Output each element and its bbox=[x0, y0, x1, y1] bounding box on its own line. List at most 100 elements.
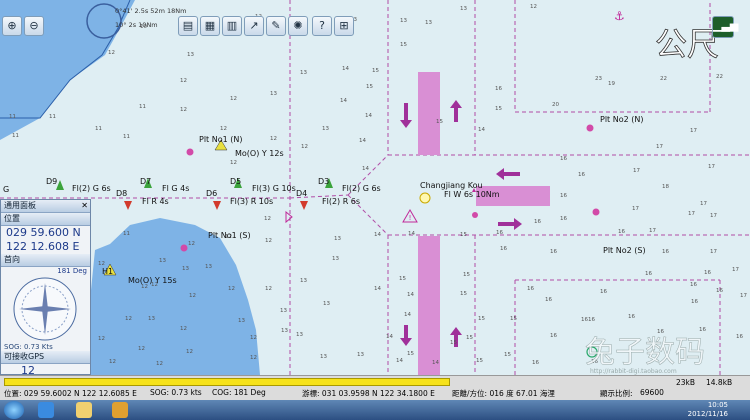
ie-icon[interactable] bbox=[38, 402, 54, 418]
depth-sounding: 14 bbox=[359, 138, 366, 144]
depth-sounding: 12 bbox=[230, 96, 237, 102]
zoom-in-icon: ⊕ bbox=[7, 19, 17, 32]
general-panel[interactable]: 通用面板 位置 029 59.600 N 122 12.608 E 首向 181… bbox=[0, 199, 91, 377]
depth-sounding: 12 bbox=[264, 216, 271, 222]
layer-button-1[interactable]: ▤ bbox=[178, 16, 198, 36]
depth-sounding: 13 bbox=[159, 258, 166, 264]
label-fl2g6-left: Fl(2) G 6s bbox=[72, 184, 111, 193]
taskbar: 10:05 2012/11/16 bbox=[0, 400, 750, 420]
depth-sounding: 15 bbox=[366, 84, 373, 90]
label-plt-no1-n: Plt No1 (N) bbox=[199, 135, 242, 144]
depth-sounding: 12 bbox=[180, 78, 187, 84]
depth-sounding: 16 bbox=[736, 334, 743, 340]
close-icon[interactable]: ✕ bbox=[81, 201, 88, 210]
depth-sounding: 22 bbox=[660, 76, 667, 82]
zoom-in-button[interactable]: ⊕ bbox=[2, 16, 22, 36]
depth-sounding: 15 bbox=[400, 42, 407, 48]
depth-sounding: 17 bbox=[690, 128, 697, 134]
depth-sounding: 13 bbox=[357, 352, 364, 358]
app-icon-2[interactable] bbox=[112, 402, 128, 418]
status-cursor: 游標: 031 03.9598 N 122 34.1800 E bbox=[302, 389, 435, 398]
heading-header: 首向 bbox=[1, 254, 90, 267]
pilot-marker-plt1-icon[interactable] bbox=[186, 148, 194, 156]
depth-sounding: 13 bbox=[320, 354, 327, 360]
depth-sounding: 13 bbox=[300, 70, 307, 76]
status-bar: 位置: 029 59.6002 N 122 12.6085 E SOG: 0.7… bbox=[0, 375, 750, 400]
depth-sounding: 16 bbox=[534, 219, 541, 225]
depth-sounding: 13 bbox=[460, 6, 467, 12]
depth-sounding: 12 bbox=[270, 136, 277, 142]
label-plt-no2-s: Plt No2 (S) bbox=[603, 246, 646, 255]
depth-sounding: 17 bbox=[710, 213, 717, 219]
depth-sounding: 15 bbox=[460, 291, 467, 297]
zoom-out-icon: ⊖ bbox=[29, 19, 39, 32]
nautical-chart[interactable]: ! ⚓ 101111121113131313122322222019151514… bbox=[0, 0, 750, 375]
depth-sounding: 12 bbox=[188, 241, 195, 247]
settings-button[interactable]: ✺ bbox=[288, 16, 308, 36]
app-icon-1[interactable] bbox=[76, 402, 92, 418]
route-button[interactable]: ↗ bbox=[244, 16, 264, 36]
label-d3: D3 bbox=[318, 177, 329, 186]
depth-sounding: 16 bbox=[550, 333, 557, 339]
layer-button-2[interactable]: ▦ bbox=[200, 16, 220, 36]
options-button[interactable]: ⊞ bbox=[334, 16, 354, 36]
status-bearing: 距離/方位: 016 度 67.01 海浬 bbox=[452, 389, 555, 398]
signal-icon: ▁▃▅ bbox=[713, 19, 739, 32]
label-fl3r10: Fl(3) R 10s bbox=[230, 197, 273, 206]
depth-sounding: 16 bbox=[618, 229, 625, 235]
pilot-marker-plt2n-icon[interactable] bbox=[586, 124, 594, 132]
depth-sounding: 16 bbox=[550, 249, 557, 255]
depth-sounding: 13 bbox=[334, 236, 341, 242]
depth-sounding: 15 bbox=[510, 316, 517, 322]
tools-button[interactable]: ✎ bbox=[266, 16, 286, 36]
position-header: 位置 bbox=[1, 213, 90, 226]
buoy-marker-icon[interactable] bbox=[472, 212, 478, 218]
label-h1: H1 bbox=[102, 267, 113, 276]
watermark-url: http://rabbit-digi.taobao.com bbox=[590, 368, 677, 375]
label-fl-r4: Fl R 4s bbox=[142, 197, 169, 206]
depth-sounding: 12 bbox=[180, 326, 187, 332]
anchor-icon[interactable]: ⚓ bbox=[614, 9, 625, 23]
pilot-marker-plt1s-icon[interactable] bbox=[180, 244, 188, 252]
pilot-marker-plt2-icon[interactable] bbox=[592, 208, 600, 216]
depth-sounding: 13 bbox=[323, 301, 330, 307]
depth-sounding: 11 bbox=[95, 126, 102, 132]
start-button[interactable] bbox=[4, 401, 24, 419]
status-net-b: 14.8kB bbox=[706, 378, 733, 387]
depth-sounding: 12 bbox=[180, 107, 187, 113]
depth-sounding: 16 bbox=[588, 317, 595, 323]
depth-sounding: 23 bbox=[595, 76, 602, 82]
system-tray[interactable]: 10:05 2012/11/16 bbox=[620, 400, 750, 420]
depth-sounding: 12 bbox=[250, 335, 257, 341]
label-fl-g4: Fl G 4s bbox=[162, 184, 189, 193]
help-icon: ? bbox=[319, 19, 325, 32]
depth-sounding: 12 bbox=[189, 293, 196, 299]
watermark-brand: 兔子数码 bbox=[585, 335, 705, 370]
clock-time: 10:05 bbox=[707, 401, 728, 409]
depth-sounding: 12 bbox=[220, 126, 227, 132]
latitude-value: 029 59.600 N bbox=[6, 226, 81, 239]
depth-sounding: 14 bbox=[478, 127, 485, 133]
depth-sounding: 16 bbox=[581, 317, 588, 323]
status-scale-label: 顯示比例: bbox=[600, 389, 633, 398]
depth-sounding: 13 bbox=[238, 318, 245, 324]
depth-sounding: 17 bbox=[688, 211, 695, 217]
depth-sounding: 16 bbox=[628, 314, 635, 320]
depth-sounding: 17 bbox=[656, 144, 663, 150]
zoom-out-button[interactable]: ⊖ bbox=[24, 16, 44, 36]
depth-sounding: 13 bbox=[187, 52, 194, 58]
lightship-changjiang-icon[interactable] bbox=[419, 192, 431, 204]
signal-button[interactable]: ▁▃▅ bbox=[712, 16, 739, 38]
depth-sounding: 16 bbox=[716, 288, 723, 294]
help-button[interactable]: ? bbox=[312, 16, 332, 36]
layer-button-3[interactable]: ▥ bbox=[222, 16, 242, 36]
depth-sounding: 16 bbox=[662, 249, 669, 255]
overlay-readout-line1: 0°41' 2.5s 52m 18Nm bbox=[115, 7, 186, 15]
layer-icon: ▤ bbox=[182, 19, 194, 32]
depth-sounding: 16 bbox=[560, 156, 567, 162]
status-scale-value: 69600 bbox=[640, 388, 664, 397]
hazard-mark-label: ! bbox=[409, 214, 412, 222]
status-cog: COG: 181 Deg bbox=[212, 388, 266, 397]
depth-sounding: 14 bbox=[365, 113, 372, 119]
label-mo-y12: Mo(O) Y 12s bbox=[235, 149, 284, 158]
